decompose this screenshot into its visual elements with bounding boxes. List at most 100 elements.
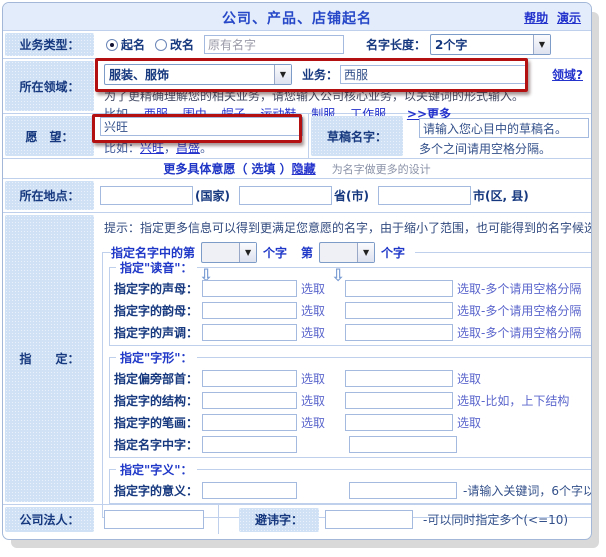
taboo-hint: -可以同时指定多个(<=10) [423,511,568,528]
location-row: 所在地点： (国家) 省(市) 市(区, 县) [3,178,591,212]
meaning-fieldset: 指定"字义"： 指定字的意义： -请输入关键词，6个字以内 [109,469,592,504]
bottom-row: 公司法人： 避讳字： -可以同时指定多个(<=10) [3,504,591,534]
tone-char2-input[interactable] [345,324,453,341]
taboo-input[interactable] [325,510,413,529]
wish-label: 愿 望： [5,116,94,156]
category-select[interactable]: 服装、服饰 ▼ [104,64,292,85]
rename-radio-label[interactable]: 改名 [170,36,194,53]
chevron-down-icon[interactable]: ▼ [274,65,291,84]
shape-fieldset: 指定"字形"： 指定偏旁部首： 选取 选取 指定字的结构： 选取 [109,357,592,458]
name-length-label: 名字长度： [366,36,426,53]
create-name-radio-label[interactable]: 起名 [121,36,145,53]
wish-example-link[interactable]: 昌盛 [176,141,200,155]
business-label: 业务： [302,66,338,83]
wish-input[interactable] [100,117,303,136]
name-length-select[interactable]: 2个字 ▼ [430,34,551,55]
wish-row: 愿 望： 比如：兴旺，昌盛。 草稿名字： 多个之间请用空格分隔。 [3,113,591,158]
strokes-char2-pick-link[interactable]: 选取 [457,414,481,431]
meaning-char2-input[interactable] [349,482,457,499]
char1-position-select[interactable]: ▼ [201,242,257,263]
create-name-radio[interactable] [106,39,118,51]
city-input[interactable] [378,186,471,205]
strokes-row: 指定字的笔画： 选取 选取 [114,411,592,433]
radical-char1-pick-link[interactable]: 选取 [301,370,337,387]
fixed-char-row: 指定名字中字： [114,433,592,455]
pronunciation-legend: 指定"读音"： [116,259,197,276]
chevron-down-icon[interactable]: ▼ [357,243,374,262]
wish-examples: 比如：兴旺，昌盛。 [100,136,308,156]
specify-row: 指 定： 提示：指定更多信息可以得到更满足您意愿的名字，由于缩小了范围，也可能得… [3,212,591,504]
strokes-char2-input[interactable] [345,414,453,431]
city-suffix: 市(区, 县) [471,187,529,204]
initial-row: 指定字的声母： 选取 选取-多个请用空格分隔 [114,277,592,299]
specify-label: 指 定： [5,215,94,502]
draft-name-input[interactable] [419,118,589,138]
category-value: 服装、服饰 [105,66,274,83]
country-input[interactable] [100,186,193,205]
fixed-char1-input[interactable] [202,436,297,453]
domain-label: 所在领域： [5,61,94,111]
meaning-legend: 指定"字义"： [116,461,197,478]
structure-char2-pick-link[interactable]: 选取-比如，上下结构 [457,392,569,409]
initial-char2-pick-link[interactable]: 选取-多个请用空格分隔 [457,280,581,297]
chevron-down-icon[interactable]: ▼ [239,243,256,262]
radical-char1-input[interactable] [202,370,297,387]
structure-row: 指定字的结构： 选取 选取-比如，上下结构 [114,389,592,411]
more-wish-note: 为名字做更多的设计 [332,161,431,177]
structure-char1-input[interactable] [202,392,297,409]
taboo-label: 避讳字： [239,508,319,532]
draft-name-hint: 多个之间请用空格分隔。 [419,138,589,157]
final-char2-input[interactable] [345,302,453,319]
meaning-hint: -请输入关键词，6个字以内 [463,482,592,499]
divider [218,505,219,534]
tone-row: 指定字的声调： 选取 选取-多个请用空格分隔 [114,321,592,343]
chevron-down-icon[interactable]: ▼ [533,35,550,54]
initial-char2-input[interactable] [345,280,453,297]
wish-example-prefix: 比如： [104,141,140,155]
location-label: 所在地点： [5,181,94,210]
domain-row: 所在领域： 服装、服饰 ▼ 业务： 领域? 为了更精确理解您的相关业务，请您输入… [3,58,591,113]
initial-char1-pick-link[interactable]: 选取 [301,280,337,297]
radical-row: 指定偏旁部首： 选取 选取 [114,367,592,389]
domain-help-link[interactable]: 领域? [552,66,583,83]
fixed-char2-input[interactable] [349,436,457,453]
province-suffix: 省(市) [332,187,378,204]
tone-char2-pick-link[interactable]: 选取-多个请用空格分隔 [457,324,581,341]
business-input[interactable] [340,65,526,84]
old-name-input[interactable] [204,35,344,54]
meaning-char1-input[interactable] [202,482,297,499]
radical-char2-pick-link[interactable]: 选取 [457,370,481,387]
pronunciation-fieldset: 指定"读音"： 指定字的声母： 选取 选取-多个请用空格分隔 指定字的韵母： 选… [109,267,592,346]
hide-link[interactable]: 隐藏 [292,160,316,177]
final-char1-input[interactable] [202,302,297,319]
province-input[interactable] [239,186,332,205]
final-row: 指定字的韵母： 选取 选取-多个请用空格分隔 [114,299,592,321]
more-wish-row: 更多具体意愿（ 选填 ）隐藏 为名字做更多的设计 [3,158,591,178]
strokes-char1-pick-link[interactable]: 选取 [301,414,337,431]
strokes-char1-input[interactable] [202,414,297,431]
wish-example-link[interactable]: 兴旺 [140,141,164,155]
tone-char1-input[interactable] [202,324,297,341]
naming-form-screenshot: 公司、产品、店铺起名 帮助 演示 业务类型： 起名 改名 名字长度： 2个字 ▼ [0,0,606,557]
char2-position-select[interactable]: ▼ [319,242,375,263]
help-link[interactable]: 帮助 [524,11,548,25]
header-links: 帮助 演示 [519,9,581,26]
structure-char2-input[interactable] [345,392,453,409]
meaning-row: 指定字的意义： -请输入关键词，6个字以内 [114,479,592,501]
final-char1-pick-link[interactable]: 选取 [301,302,337,319]
structure-char1-pick-link[interactable]: 选取 [301,392,337,409]
tone-char1-pick-link[interactable]: 选取 [301,324,337,341]
page-title: 公司、产品、店铺起名 [3,8,591,28]
final-char2-pick-link[interactable]: 选取-多个请用空格分隔 [457,302,581,319]
header-bar: 公司、产品、店铺起名 帮助 演示 [3,3,591,30]
business-type-label: 业务类型： [5,33,94,56]
legal-person-input[interactable] [104,510,204,529]
domain-hint: 为了更精确理解您的相关业务，请您输入公司核心业务，以关键词的形式输入。 [96,86,591,104]
specify-hint: 提示：指定更多信息可以得到更满足您意愿的名字，由于缩小了范围，也可能得到的名字候… [96,213,592,236]
rename-radio[interactable] [155,39,167,51]
legal-person-label: 公司法人： [5,507,94,532]
specify-groupbox: 指定名字中的第 ▼ 个字 第 ▼ 个字 ⇩ ⇩ [102,252,592,518]
demo-link[interactable]: 演示 [557,11,581,25]
radical-char2-input[interactable] [345,370,453,387]
initial-char1-input[interactable] [202,280,297,297]
